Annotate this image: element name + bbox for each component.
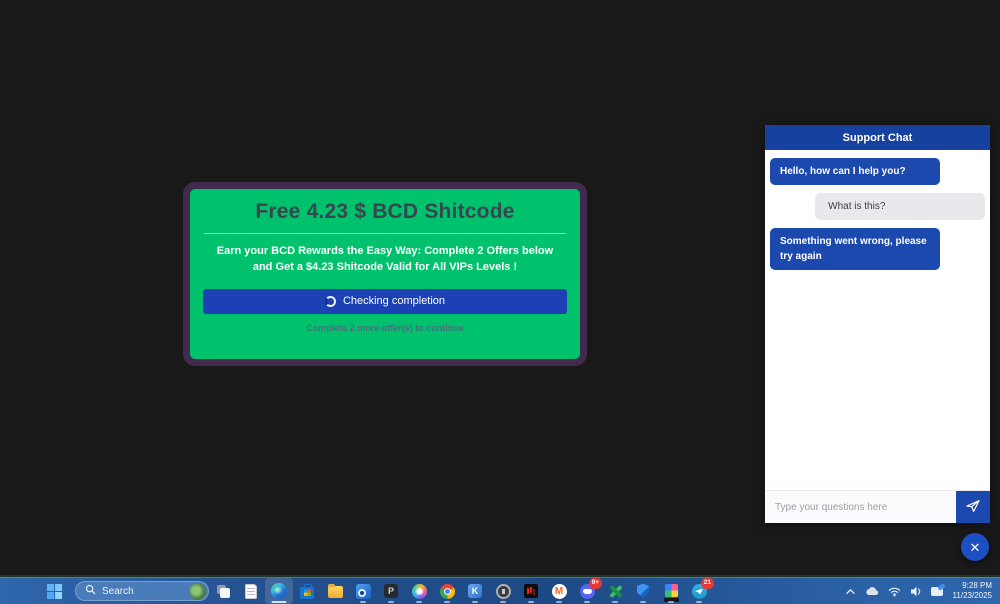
chat-message-bot: Something went wrong, please try again	[770, 228, 940, 270]
task-view-icon	[217, 585, 230, 598]
send-icon	[965, 499, 981, 516]
chat-input[interactable]	[765, 491, 956, 523]
chat-input-row	[765, 490, 990, 523]
running-indicator	[668, 601, 674, 603]
k-app-icon: K	[468, 584, 482, 598]
support-chat-panel: Support Chat Hello, how can I help you? W…	[765, 125, 990, 523]
edge-button[interactable]	[265, 578, 293, 604]
running-indicator	[556, 601, 562, 603]
monero-button[interactable]: M	[545, 578, 573, 604]
offer-card: Free 4.23 $ BCD Shitcode Earn your BCD R…	[183, 182, 587, 366]
running-indicator	[416, 601, 422, 603]
device-glyph	[931, 587, 943, 596]
running-indicator	[696, 601, 702, 603]
microsoft-store-button[interactable]	[293, 578, 321, 604]
audio-app-icon	[524, 584, 538, 598]
offer-footer-note: Complete 2 more offer(s) to continue	[190, 323, 580, 333]
discord-button[interactable]: 9+	[573, 578, 601, 604]
file-explorer-button[interactable]	[321, 578, 349, 604]
mobo-app-icon	[665, 584, 678, 597]
chat-message-list: Hello, how can I help you? What is this? S…	[765, 150, 990, 490]
notification-badge: 21	[701, 578, 714, 589]
chat-message-user: What is this?	[815, 193, 985, 220]
clock-date: 11/23/2025	[953, 591, 992, 601]
windows-start-icon	[47, 584, 62, 599]
running-indicator	[444, 601, 450, 603]
close-icon: ✕	[970, 541, 981, 554]
running-indicator	[584, 601, 590, 603]
running-indicator	[640, 601, 646, 603]
powertoys-icon: P	[384, 584, 398, 598]
send-button[interactable]	[956, 491, 990, 523]
search-highlight-image[interactable]	[189, 583, 206, 600]
onedrive-cloud-icon[interactable]	[862, 579, 882, 603]
chat-close-button[interactable]: ✕	[961, 533, 989, 561]
running-indicator	[360, 601, 366, 603]
hidden-icons-chevron[interactable]	[842, 579, 859, 603]
search-label: Search	[102, 586, 134, 597]
green-x-app-icon	[608, 584, 623, 599]
copilot-button[interactable]	[405, 578, 433, 604]
volume-icon[interactable]	[907, 579, 925, 603]
taskbar-clock[interactable]: 9:28 PM 11/23/2025	[953, 581, 992, 602]
chrome-button[interactable]	[433, 578, 461, 604]
desktop: Free 4.23 $ BCD Shitcode Earn your BCD R…	[0, 0, 1000, 604]
chrome-icon	[440, 584, 455, 599]
checking-completion-button[interactable]: Checking completion	[203, 289, 567, 314]
telegram-button[interactable]: 21	[685, 578, 713, 604]
spinner-icon	[325, 296, 336, 307]
running-indicator	[272, 601, 287, 603]
chat-header-title: Support Chat	[765, 125, 990, 150]
offer-description: Earn your BCD Rewards the Easy Way: Comp…	[215, 244, 554, 276]
mobo-app-button[interactable]	[657, 578, 685, 604]
clock-time: 9:28 PM	[953, 581, 992, 591]
notification-badge: 9+	[589, 578, 602, 589]
windows-security-icon	[637, 584, 650, 599]
start-button[interactable]	[40, 578, 68, 604]
k-app-button[interactable]: K	[461, 578, 489, 604]
powertoys-button[interactable]: P	[377, 578, 405, 604]
file-explorer-icon	[328, 586, 343, 598]
green-x-app-button[interactable]	[601, 578, 629, 604]
outlook-button[interactable]	[349, 578, 377, 604]
audio-app-button[interactable]	[517, 578, 545, 604]
offer-divider	[204, 233, 566, 234]
running-indicator	[612, 601, 618, 603]
chat-message-bot: Hello, how can I help you?	[770, 158, 940, 185]
system-tray: 9:28 PM 11/23/2025	[842, 579, 992, 603]
windows-security-button[interactable]	[629, 578, 657, 604]
camera-app-icon	[496, 584, 511, 599]
search-icon	[85, 582, 96, 600]
wifi-icon[interactable]	[885, 579, 904, 603]
taskbar: Search P K M 9+ 21	[0, 577, 1000, 604]
notepad-icon	[245, 584, 257, 599]
microsoft-store-icon	[300, 587, 314, 599]
outlook-icon	[356, 584, 371, 599]
notepad-button[interactable]	[237, 578, 265, 604]
running-indicator	[528, 601, 534, 603]
camera-app-button[interactable]	[489, 578, 517, 604]
edge-icon	[271, 583, 287, 599]
task-view-button[interactable]	[209, 578, 237, 604]
running-indicator	[388, 601, 394, 603]
taskbar-search[interactable]: Search	[75, 581, 209, 601]
running-indicator	[500, 601, 506, 603]
taskbar-apps: P K M 9+ 21	[209, 578, 713, 604]
checking-completion-label: Checking completion	[343, 295, 445, 307]
running-indicator	[472, 601, 478, 603]
copilot-icon	[412, 584, 427, 599]
monero-icon: M	[552, 584, 567, 599]
tray-device-icon[interactable]	[928, 579, 946, 603]
offer-title: Free 4.23 $ BCD Shitcode	[190, 200, 580, 224]
